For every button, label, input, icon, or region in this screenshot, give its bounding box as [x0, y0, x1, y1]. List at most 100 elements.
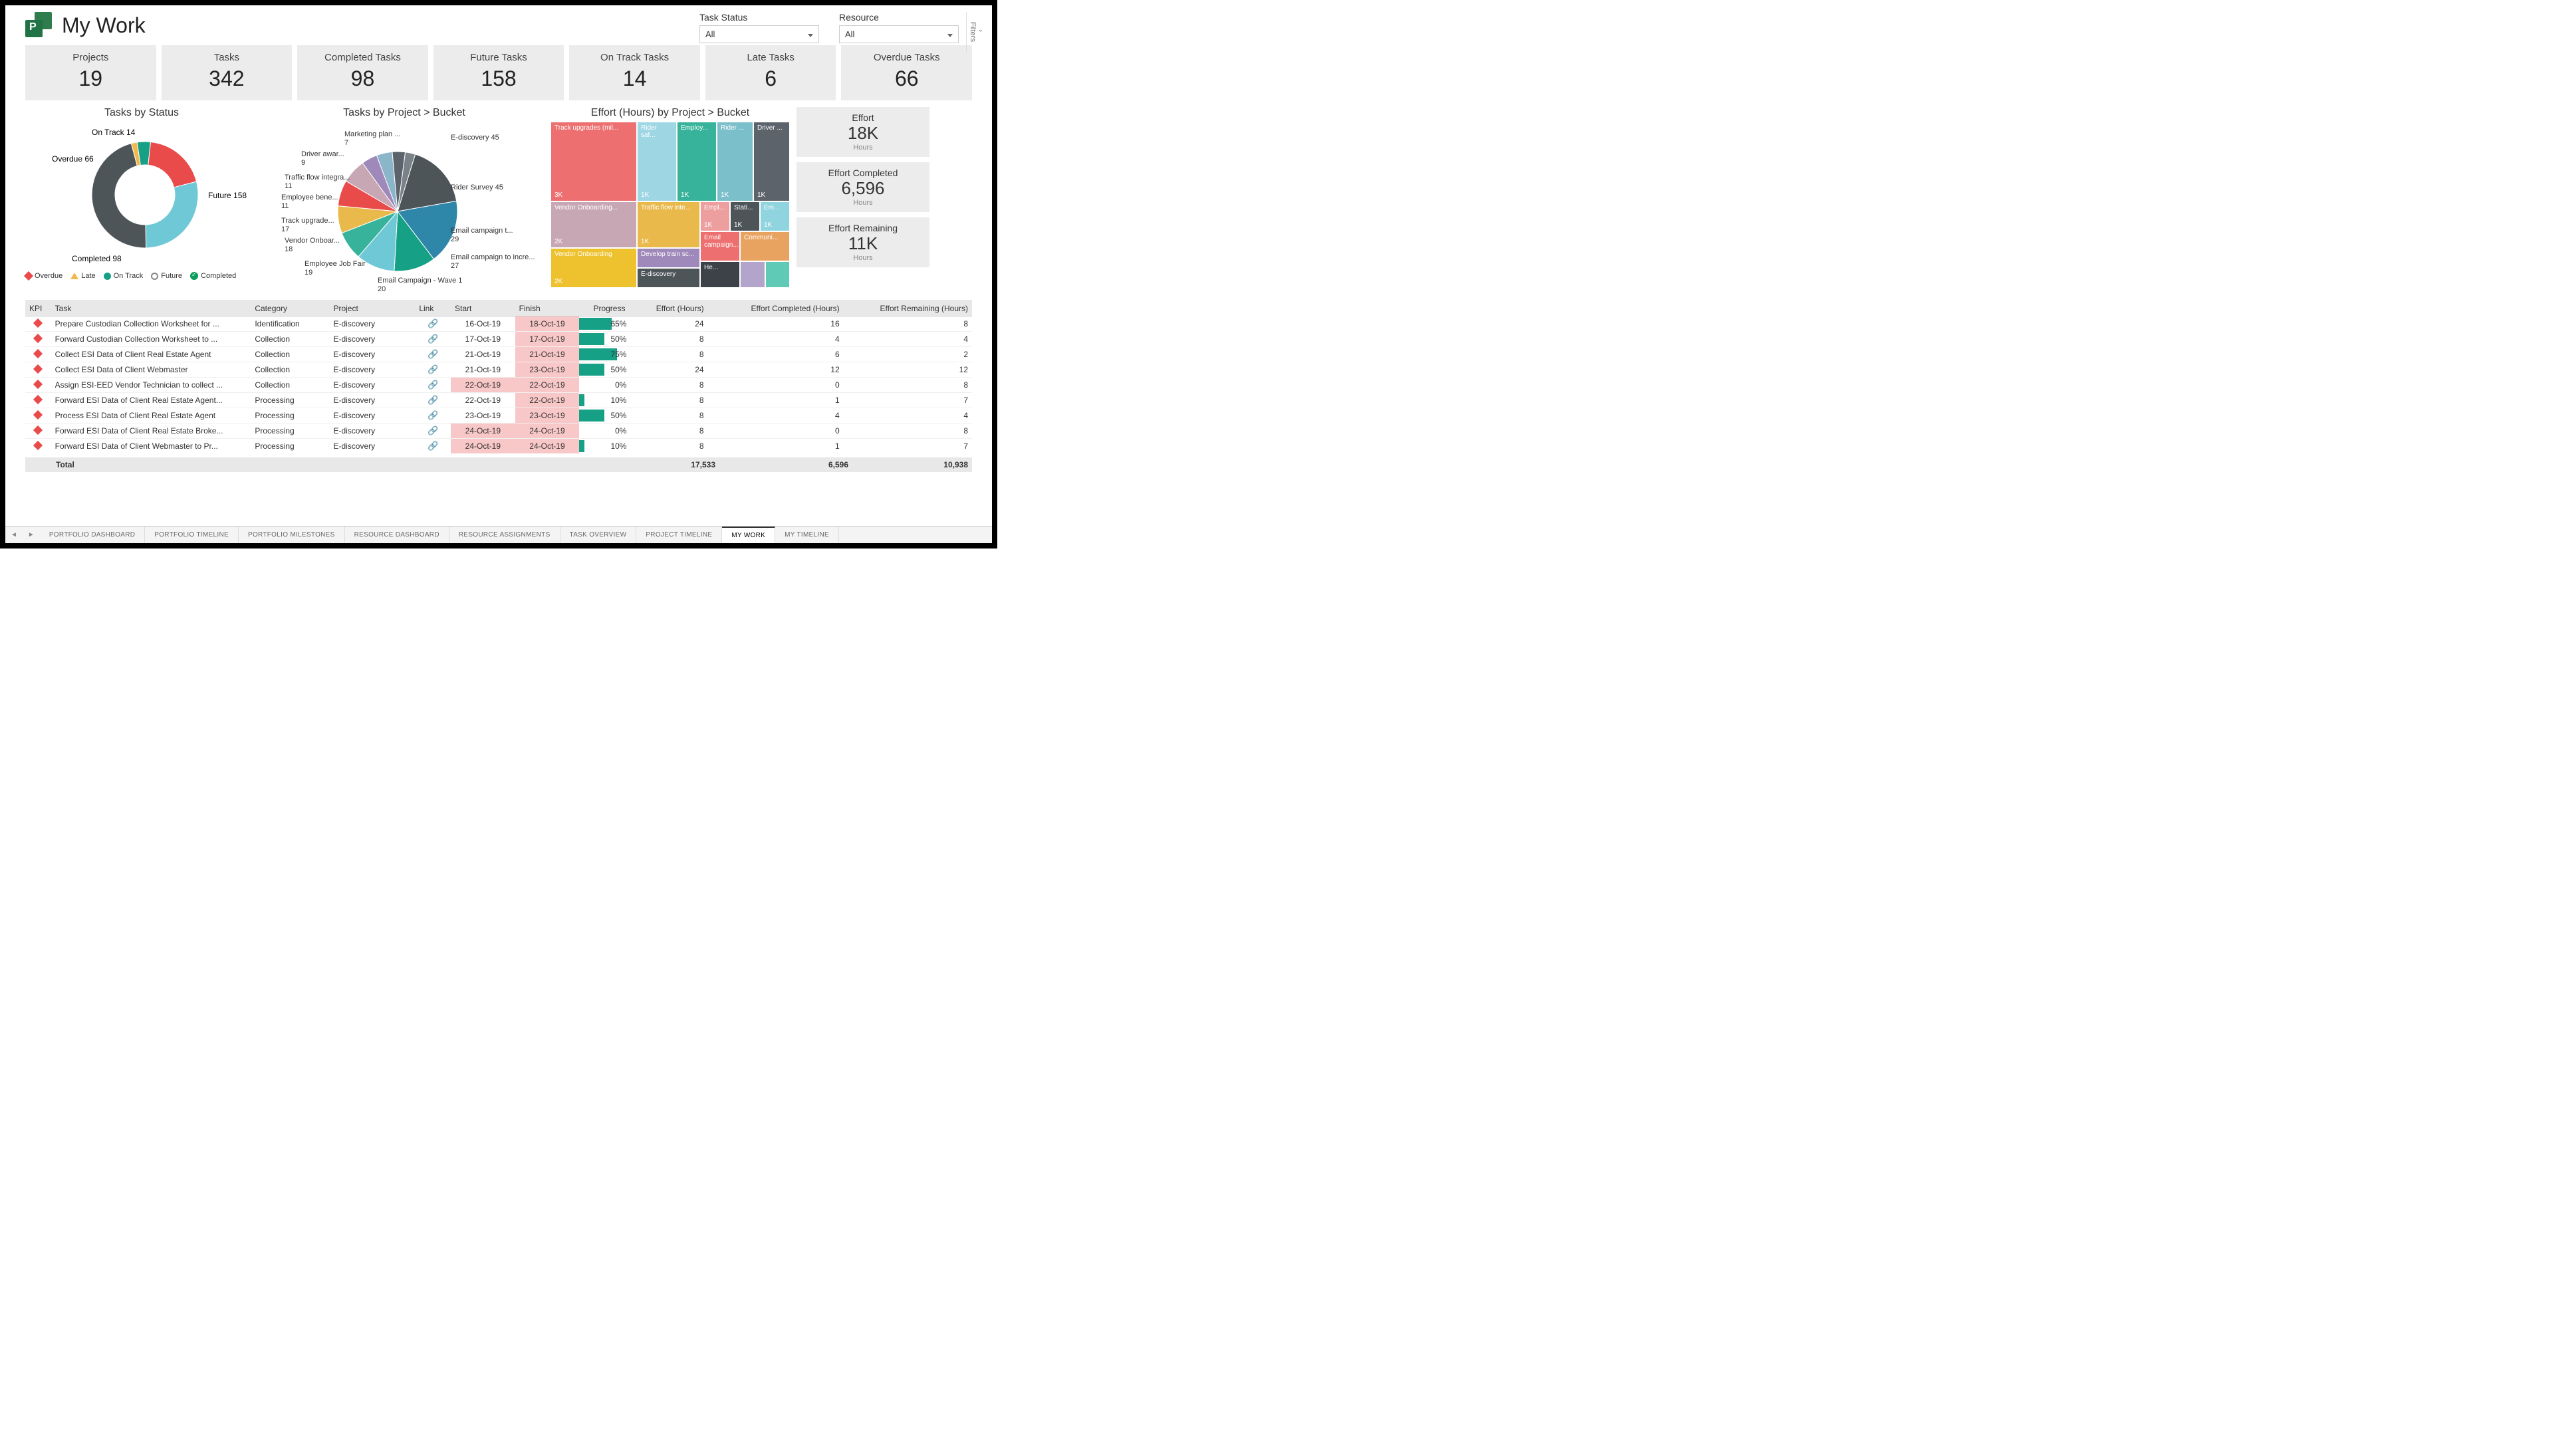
- effort-kpi-card[interactable]: Effort Completed6,596Hours: [796, 162, 929, 212]
- column-header[interactable]: Progress: [579, 301, 629, 316]
- report-tab[interactable]: RESOURCE DASHBOARD: [345, 527, 449, 543]
- kpi-card[interactable]: Projects19: [25, 45, 156, 100]
- column-header[interactable]: KPI: [25, 301, 51, 316]
- effort-kpi-card[interactable]: Effort Remaining11KHours: [796, 217, 929, 267]
- tab-next-button[interactable]: ►: [23, 531, 40, 539]
- kpi-value: 6: [705, 66, 836, 91]
- tab-prev-button[interactable]: ◄: [5, 531, 23, 539]
- link-icon[interactable]: 🔗: [428, 425, 438, 435]
- column-header[interactable]: Project: [329, 301, 415, 316]
- table-row[interactable]: Forward ESI Data of Client Webmaster to …: [25, 439, 972, 454]
- table-row[interactable]: Collect ESI Data of Client Webmaster Col…: [25, 362, 972, 378]
- table-total-row: Total 17,533 6,596 10,938: [25, 457, 972, 472]
- treemap-cell[interactable]: Vendor Onboarding...2K: [551, 201, 637, 248]
- column-header[interactable]: Effort Remaining (Hours): [844, 301, 972, 316]
- treemap-cell[interactable]: Rider ...1K: [717, 122, 753, 201]
- donut-svg: On Track 14 Overdue 66 Completed 98 Futu…: [32, 122, 251, 268]
- kpi-card[interactable]: Overdue Tasks66: [841, 45, 972, 100]
- kpi-card[interactable]: Late Tasks6: [705, 45, 836, 100]
- kpi-card[interactable]: On Track Tasks14: [569, 45, 700, 100]
- treemap-cell[interactable]: He...: [700, 261, 740, 288]
- table-row[interactable]: Assign ESI-EED Vendor Technician to coll…: [25, 378, 972, 393]
- pie-label: Employee bene...11: [281, 193, 338, 211]
- effort-by-project-chart[interactable]: Effort (Hours) by Project > Bucket Track…: [551, 107, 790, 297]
- kpi-value: 18K: [796, 123, 929, 144]
- column-header[interactable]: Category: [251, 301, 329, 316]
- tasks-by-status-chart[interactable]: Tasks by Status On Track 14 Overdue 66 C…: [25, 107, 258, 297]
- kpi-card[interactable]: Future Tasks158: [433, 45, 564, 100]
- kpi-label: Future Tasks: [433, 52, 564, 63]
- link-icon[interactable]: 🔗: [428, 395, 438, 405]
- project-cell: E-discovery: [329, 408, 415, 424]
- table-row[interactable]: Prepare Custodian Collection Worksheet f…: [25, 316, 972, 332]
- report-tab[interactable]: PORTFOLIO TIMELINE: [145, 527, 239, 543]
- treemap-cell[interactable]: Vendor Onboarding2K: [551, 248, 637, 288]
- chart-title: Tasks by Project > Bucket: [265, 107, 544, 119]
- link-icon[interactable]: 🔗: [428, 364, 438, 374]
- link-icon[interactable]: 🔗: [428, 410, 438, 420]
- filters-pane-toggle[interactable]: ‹ Filters: [966, 12, 987, 52]
- treemap-label: E-discovery: [641, 271, 675, 278]
- treemap-cell[interactable]: [740, 261, 765, 288]
- progress-cell: 50%: [579, 408, 629, 424]
- treemap-label: Communi...: [744, 234, 778, 241]
- report-tab[interactable]: RESOURCE ASSIGNMENTS: [449, 527, 560, 543]
- table-row[interactable]: Forward ESI Data of Client Real Estate B…: [25, 424, 972, 439]
- table-row[interactable]: Forward ESI Data of Client Real Estate A…: [25, 393, 972, 408]
- table-row[interactable]: Forward Custodian Collection Worksheet t…: [25, 332, 972, 347]
- treemap-cell[interactable]: Stati...1K: [730, 201, 760, 231]
- treemap-cell[interactable]: Develop train sc...: [637, 248, 700, 268]
- kpi-card[interactable]: Tasks342: [162, 45, 293, 100]
- treemap-label: He...: [704, 264, 718, 271]
- task-status-dropdown[interactable]: All: [699, 25, 819, 43]
- effort-cell: 8: [629, 378, 707, 393]
- treemap-cell[interactable]: Empl...1K: [700, 201, 730, 231]
- effort-cell: 8: [629, 347, 707, 362]
- kpi-card[interactable]: Completed Tasks98: [297, 45, 428, 100]
- pie-label: Employee Job Fair19: [305, 260, 366, 277]
- table-row[interactable]: Collect ESI Data of Client Real Estate A…: [25, 347, 972, 362]
- effort-kpi-card[interactable]: Effort18KHours: [796, 107, 929, 157]
- column-header[interactable]: Finish: [515, 301, 580, 316]
- report-tab[interactable]: MY TIMELINE: [775, 527, 839, 543]
- tasks-by-project-chart[interactable]: Tasks by Project > Bucket E-discovery 45…: [265, 107, 544, 297]
- treemap-cell[interactable]: Communi...: [740, 231, 790, 261]
- link-icon[interactable]: 🔗: [428, 334, 438, 344]
- link-icon[interactable]: 🔗: [428, 349, 438, 359]
- treemap-cell[interactable]: Email campaign...: [700, 231, 740, 261]
- link-icon[interactable]: 🔗: [428, 318, 438, 328]
- column-header[interactable]: Link: [415, 301, 451, 316]
- treemap-cell[interactable]: Traffic flow inte...1K: [637, 201, 700, 248]
- category-cell: Identification: [251, 316, 329, 332]
- treemap-cell[interactable]: Em...1K: [760, 201, 790, 231]
- link-icon[interactable]: 🔗: [428, 441, 438, 451]
- treemap-cell[interactable]: [765, 261, 790, 288]
- project-cell: E-discovery: [329, 316, 415, 332]
- chart-title: Effort (Hours) by Project > Bucket: [551, 107, 790, 119]
- treemap-cell[interactable]: Driver ...1K: [753, 122, 790, 201]
- link-icon[interactable]: 🔗: [428, 380, 438, 390]
- report-tab[interactable]: MY WORK: [722, 527, 775, 543]
- treemap-cell[interactable]: Track upgrades (mil...3K: [551, 122, 637, 201]
- pie-label: Driver awar...9: [301, 150, 344, 168]
- column-header[interactable]: Effort (Hours): [629, 301, 707, 316]
- effort-remaining-cell: 4: [844, 408, 972, 424]
- treemap-cell[interactable]: Employ...1K: [677, 122, 717, 201]
- report-tab[interactable]: PORTFOLIO MILESTONES: [239, 527, 345, 543]
- effort-completed-cell: 12: [708, 362, 844, 378]
- task-cell: Forward ESI Data of Client Real Estate B…: [51, 424, 251, 439]
- column-header[interactable]: Start: [451, 301, 515, 316]
- resource-dropdown[interactable]: All: [839, 25, 959, 43]
- report-tab[interactable]: TASK OVERVIEW: [560, 527, 637, 543]
- table-row[interactable]: Process ESI Data of Client Real Estate A…: [25, 408, 972, 424]
- tasks-table-scroll[interactable]: KPITaskCategoryProjectLinkStartFinishPro…: [25, 301, 972, 453]
- treemap-cell[interactable]: E-discovery: [637, 268, 700, 288]
- total-completed: 6,596: [715, 460, 848, 469]
- report-tab[interactable]: PROJECT TIMELINE: [636, 527, 722, 543]
- report-tab[interactable]: PORTFOLIO DASHBOARD: [40, 527, 145, 543]
- column-header[interactable]: Task: [51, 301, 251, 316]
- treemap-cell[interactable]: Rider saf...1K: [637, 122, 677, 201]
- start-cell: 24-Oct-19: [451, 439, 515, 454]
- column-header[interactable]: Effort Completed (Hours): [708, 301, 844, 316]
- treemap-value: 1K: [681, 191, 689, 199]
